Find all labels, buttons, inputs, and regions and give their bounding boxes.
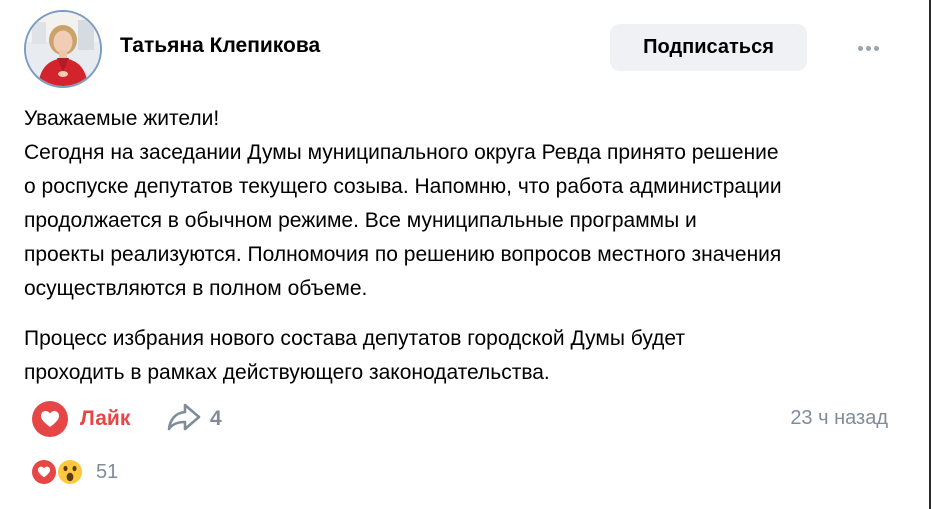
more-dot	[857, 45, 863, 51]
post-line: Сегодня на заседании Думы муниципального…	[24, 141, 779, 164]
post-timestamp[interactable]: 23 ч назад	[790, 407, 888, 430]
like-button[interactable]: Лайк	[32, 400, 130, 438]
subscribe-button[interactable]: Подписаться	[610, 24, 807, 71]
post-paragraph: Уважаемые жители! Сегодня на заседании Д…	[24, 102, 904, 306]
post-actions: Лайк 4 23 ч назад	[24, 398, 904, 438]
post-line: проекты реализуются. Полномочия по решен…	[24, 243, 782, 266]
heart-icon	[32, 401, 68, 437]
post-line: осуществляются в полном объеме.	[24, 277, 368, 300]
like-label: Лайк	[80, 407, 131, 430]
post-header: Татьяна Клепикова Подписаться	[24, 10, 904, 88]
post-line: продолжается в обычном режиме. Все муниц…	[24, 209, 697, 232]
wow-emoji-icon	[56, 458, 84, 486]
post-paragraph: Процесс избрания нового состава депутато…	[24, 322, 904, 390]
more-dot	[865, 45, 871, 51]
share-count: 4	[210, 407, 222, 430]
reactions-count: 51	[96, 460, 119, 483]
more-options-icon[interactable]	[850, 37, 886, 59]
avatar-photo	[26, 12, 100, 86]
post-line: Процесс избрания нового состава депутато…	[24, 327, 685, 350]
author-name[interactable]: Татьяна Клепикова	[120, 34, 320, 58]
more-dot	[873, 45, 879, 51]
post-line: Уважаемые жители!	[24, 107, 220, 130]
reactions-summary[interactable]: 51	[30, 457, 118, 487]
reaction-icons	[30, 457, 88, 487]
share-icon	[166, 402, 202, 437]
post-text: Уважаемые жители! Сегодня на заседании Д…	[24, 102, 904, 390]
post-line: проходить в рамках действующего законода…	[24, 361, 550, 384]
heart-icon	[30, 458, 58, 486]
post-line: о роспуске депутатов текущего созыва. На…	[24, 175, 782, 198]
avatar[interactable]	[24, 10, 102, 88]
share-button[interactable]: 4	[166, 400, 222, 438]
